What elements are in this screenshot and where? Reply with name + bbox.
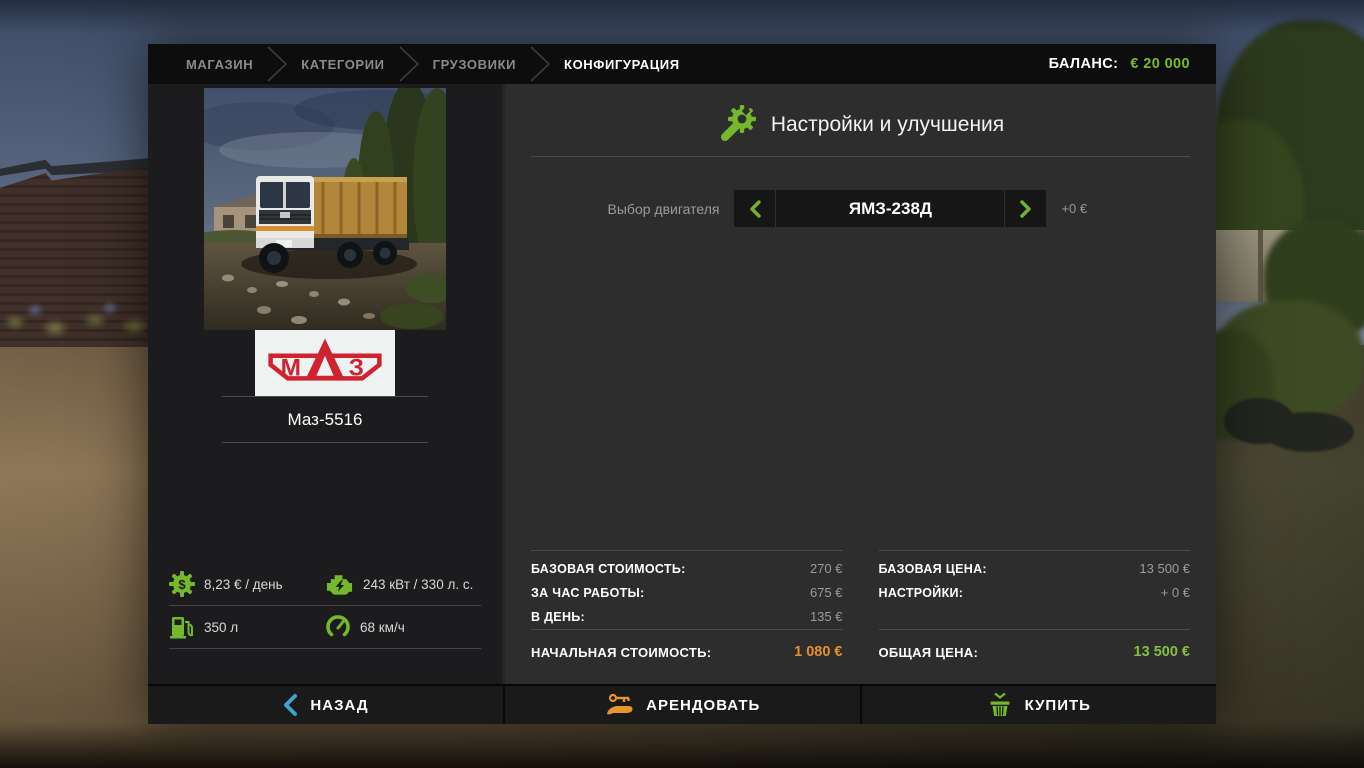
configuration-panel: Настройки и улучшения Выбор двигателя ЯМ… — [505, 84, 1216, 684]
pricing-summary: БАЗОВАЯ СТОИМОСТЬ: 270 € ЗА ЧАС РАБОТЫ: … — [531, 550, 1190, 674]
total-value: 1 080 € — [794, 644, 842, 660]
brand-logo-maz: М З — [255, 330, 395, 396]
config-title: Настройки и улучшения — [771, 113, 1004, 137]
vehicle-stats: $ 8,23 € / день 243 кВт / 330 л. с. — [169, 563, 481, 649]
stat-upkeep-text: 8,23 € / день — [204, 577, 283, 592]
vehicle-panel: М З Маз-5516 — [148, 84, 505, 684]
back-chevron-icon — [282, 693, 298, 717]
stats-row: 350 л 68 км/ч — [169, 606, 481, 649]
chevron-left-icon — [749, 200, 761, 218]
total-price: ОБЩАЯ ЦЕНА: 13 500 € — [879, 629, 1191, 674]
engine-next-button[interactable] — [1005, 190, 1046, 227]
breadcrumb-chevron-icon — [528, 44, 552, 84]
balance-label: БАЛАНС: — [1049, 56, 1119, 72]
stats-row: $ 8,23 € / день 243 кВт / 330 л. с. — [169, 563, 481, 606]
engine-selector: ЯМЗ-238Д — [734, 190, 1046, 227]
vehicle-photo — [204, 88, 446, 330]
price-row-label: В ДЕНЬ: — [531, 606, 585, 629]
shop-config-window: МАГАЗИН КАТЕГОРИИ ГРУЗОВИКИ КОНФИГУРАЦИЯ… — [148, 44, 1216, 724]
shop-top-bar: МАГАЗИН КАТЕГОРИИ ГРУЗОВИКИ КОНФИГУРАЦИЯ… — [148, 44, 1216, 84]
background-flowers — [0, 292, 152, 350]
fuel-capacity-icon — [169, 614, 195, 640]
buy-basket-icon — [987, 692, 1013, 718]
rent-button-label: АРЕНДОВАТЬ — [646, 697, 760, 714]
price-row-value: 675 € — [810, 581, 843, 604]
engine-selected-value: ЯМЗ-238Д — [775, 190, 1005, 227]
stat-engine-power: 243 кВт / 330 л. с. — [325, 571, 481, 597]
settings-gear-wrench-icon — [717, 105, 757, 145]
vignette-top — [0, 0, 1364, 34]
chevron-right-icon — [1020, 200, 1032, 218]
vehicle-photo-illustration — [204, 88, 446, 330]
price-row-value: + 0 € — [1161, 581, 1190, 604]
buy-button[interactable]: КУПИТЬ — [862, 686, 1217, 724]
background-tire — [1264, 412, 1354, 452]
upkeep-cost-icon: $ — [169, 571, 195, 597]
rent-button[interactable]: АРЕНДОВАТЬ — [505, 686, 860, 724]
price-row: НАСТРОЙКИ: + 0 € — [879, 581, 1191, 605]
engine-option-row: Выбор двигателя ЯМЗ-238Д +0 € — [531, 190, 1190, 227]
breadcrumb-categories[interactable]: КАТЕГОРИИ — [289, 57, 396, 72]
divider — [531, 156, 1190, 157]
price-row-label: НАСТРОЙКИ: — [879, 582, 964, 605]
stat-max-speed: 68 км/ч — [325, 614, 481, 640]
maz-logo-icon: М З — [261, 334, 389, 392]
price-row-label: БАЗОВАЯ СТОИМОСТЬ: — [531, 558, 686, 581]
price-row-label: ЗА ЧАС РАБОТЫ: — [531, 582, 645, 605]
config-header: Настройки и улучшения — [531, 104, 1190, 146]
buy-button-label: КУПИТЬ — [1025, 697, 1091, 714]
divider — [222, 442, 428, 443]
initial-cost-total: НАЧАЛЬНАЯ СТОИМОСТЬ: 1 080 € — [531, 629, 843, 674]
stat-speed-text: 68 км/ч — [360, 620, 405, 635]
price-row-label: БАЗОВАЯ ЦЕНА: — [879, 558, 987, 581]
engine-power-icon — [325, 571, 354, 597]
breadcrumb-chevron-icon — [265, 44, 289, 84]
breadcrumb: МАГАЗИН КАТЕГОРИИ ГРУЗОВИКИ КОНФИГУРАЦИЯ — [174, 44, 692, 84]
price-row: ЗА ЧАС РАБОТЫ: 675 € — [531, 581, 843, 605]
price-row: БАЗОВАЯ ЦЕНА: 13 500 € — [879, 557, 1191, 581]
engine-option-label: Выбор двигателя — [608, 201, 720, 217]
engine-prev-button[interactable] — [734, 190, 775, 227]
price-row-value: 135 € — [810, 605, 843, 628]
vehicle-name: Маз-5516 — [288, 397, 363, 442]
price-row: В ДЕНЬ: 135 € — [531, 605, 843, 629]
dollar-glyph: $ — [178, 577, 186, 592]
vignette-bottom — [0, 722, 1364, 768]
breadcrumb-shop[interactable]: МАГАЗИН — [174, 57, 265, 72]
back-button[interactable]: НАЗАД — [148, 686, 503, 724]
rent-hand-key-icon — [604, 692, 634, 718]
stat-power-text: 243 кВт / 330 л. с. — [363, 577, 473, 592]
total-value: 13 500 € — [1134, 644, 1190, 660]
stat-fuel-capacity: 350 л — [169, 614, 325, 640]
balance-value: € 20 000 — [1130, 56, 1190, 72]
total-label: ОБЩАЯ ЦЕНА: — [879, 645, 979, 660]
total-label: НАЧАЛЬНАЯ СТОИМОСТЬ: — [531, 645, 711, 660]
stat-fuel-text: 350 л — [204, 620, 238, 635]
maz-logo-letter-z: З — [349, 355, 364, 382]
breadcrumb-chevron-icon — [397, 44, 421, 84]
max-speed-icon — [325, 614, 351, 640]
stat-upkeep-cost: $ 8,23 € / день — [169, 571, 325, 597]
shop-content: М З Маз-5516 — [148, 84, 1216, 684]
price-row: БАЗОВАЯ СТОИМОСТЬ: 270 € — [531, 557, 843, 581]
price-row-value: 270 € — [810, 557, 843, 580]
breadcrumb-trucks[interactable]: ГРУЗОВИКИ — [421, 57, 528, 72]
breadcrumb-configuration: КОНФИГУРАЦИЯ — [552, 57, 692, 72]
back-button-label: НАЗАД — [310, 697, 368, 714]
price-row-value: 13 500 € — [1139, 557, 1190, 580]
balance: БАЛАНС: € 20 000 — [1049, 56, 1190, 72]
engine-price-delta: +0 € — [1061, 201, 1113, 216]
operating-costs-column: БАЗОВАЯ СТОИМОСТЬ: 270 € ЗА ЧАС РАБОТЫ: … — [531, 550, 843, 674]
action-bar: НАЗАД АРЕНДОВАТЬ КУПИТЬ — [148, 684, 1216, 724]
purchase-price-column: БАЗОВАЯ ЦЕНА: 13 500 € НАСТРОЙКИ: + 0 € … — [879, 550, 1191, 674]
maz-logo-letter-m: М — [281, 355, 301, 382]
